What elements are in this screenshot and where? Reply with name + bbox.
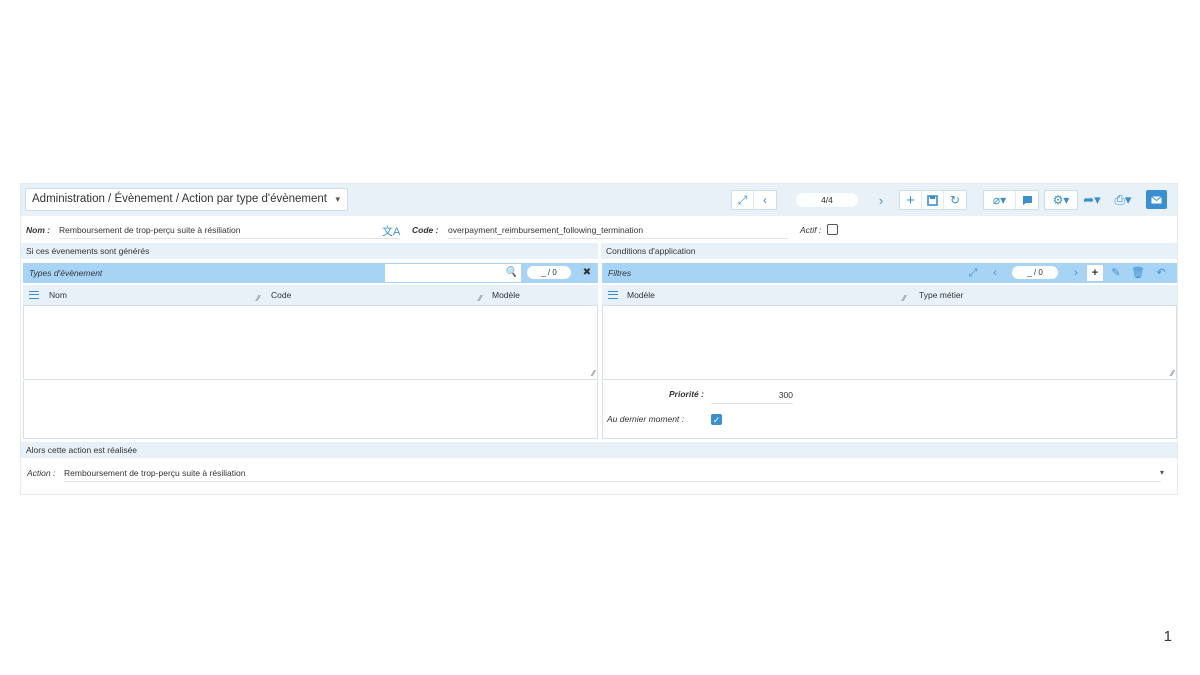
right-options-area: Priorité : 300 Au dernier moment : ✓ — [602, 381, 1177, 439]
breadcrumb-dropdown[interactable]: Administration / Évènement / Action par … — [25, 188, 348, 211]
expand-icon[interactable]: ⤢ — [732, 191, 754, 209]
left-empty-area — [23, 381, 598, 439]
code-field[interactable]: overpayment_reimbursement_following_term… — [448, 225, 788, 239]
record-pager[interactable]: 4/4 — [796, 193, 858, 207]
event-types-pager[interactable]: _ / 0 — [527, 266, 571, 279]
main-form: Administration / Évènement / Action par … — [20, 183, 1178, 495]
previous-record-button[interactable]: ‹ — [754, 191, 776, 209]
menu-icon[interactable] — [29, 291, 39, 299]
next-record-button[interactable]: › — [871, 190, 891, 210]
event-types-grid[interactable]: ⁄⁄ — [23, 305, 598, 380]
top-toolbar: Administration / Évènement / Action par … — [21, 184, 1177, 216]
save-icon[interactable] — [922, 191, 944, 209]
menu-icon[interactable] — [608, 291, 618, 299]
breadcrumb-text: Administration / Évènement / Action par … — [32, 193, 327, 205]
chevron-down-icon[interactable]: ▾ — [1160, 468, 1164, 477]
attachment-icon[interactable]: ⌀▾ — [984, 191, 1016, 209]
settings-group: ⚙▾ — [1044, 190, 1078, 210]
search-input[interactable] — [385, 264, 501, 282]
header-fields: Nom : Remboursement de trop-perçu suite … — [21, 218, 1177, 242]
action-section-title: Alors cette action est réalisée — [21, 442, 1177, 458]
expand-icon[interactable]: ⤢ — [965, 265, 981, 281]
edit-icon[interactable]: ✎ — [1108, 265, 1124, 281]
filters-columns: Modèle ⁄⁄ Type métier — [602, 285, 1177, 305]
translate-icon[interactable]: 文A — [382, 223, 400, 239]
next-icon[interactable]: › — [1068, 265, 1084, 281]
share-icon[interactable]: ➦▾ — [1079, 190, 1105, 210]
column-code[interactable]: Code — [271, 285, 291, 305]
actif-checkbox[interactable] — [827, 224, 838, 235]
search-icon[interactable]: 🔍 — [501, 264, 521, 282]
chevron-down-icon: ▾ — [335, 194, 340, 204]
event-types-columns: Nom ⁄⁄ Code ⁄⁄ Modèle — [23, 285, 598, 305]
priorite-field[interactable]: 300 — [711, 390, 793, 404]
right-section-title: Conditions d'application — [601, 243, 1177, 259]
left-section-title: Si ces évenements sont générés — [21, 243, 598, 259]
resize-handle-icon[interactable]: ⁄⁄ — [1171, 369, 1174, 378]
comment-icon[interactable] — [1016, 191, 1038, 209]
dernier-moment-checkbox[interactable]: ✓ — [711, 414, 722, 425]
priorite-label: Priorité : — [669, 389, 704, 399]
clear-icon[interactable]: ✖ — [579, 265, 595, 281]
nom-field[interactable]: Remboursement de trop-perçu suite à rési… — [59, 225, 399, 239]
previous-icon[interactable]: ‹ — [987, 265, 1003, 281]
filters-panel-header: Filtres ⤢ ‹ _ / 0 › + ✎ 🗑 ↶ — [602, 263, 1177, 283]
mail-icon[interactable] — [1146, 190, 1167, 209]
action-label: Action : — [27, 468, 56, 478]
filters-title: Filtres — [608, 268, 632, 278]
action-select[interactable]: Remboursement de trop-perçu suite à rési… — [64, 468, 1161, 482]
event-types-title: Types d'évènement — [29, 268, 103, 278]
column-modele[interactable]: Modèle — [627, 285, 655, 305]
refresh-icon[interactable]: ↻ — [944, 191, 966, 209]
delete-icon[interactable]: 🗑 — [1130, 265, 1146, 281]
gear-icon[interactable]: ⚙▾ — [1045, 191, 1077, 209]
page-number: 1 — [1163, 628, 1172, 645]
edit-group: + ↻ — [899, 190, 967, 210]
column-nom[interactable]: Nom — [49, 285, 67, 305]
nom-label: Nom : — [26, 225, 51, 235]
attach-group: ⌀▾ — [983, 190, 1039, 210]
undo-icon[interactable]: ↶ — [1153, 265, 1169, 281]
add-icon[interactable]: + — [900, 191, 922, 209]
filters-pager[interactable]: _ / 0 — [1012, 266, 1058, 279]
column-modele[interactable]: Modèle — [492, 285, 520, 305]
column-type-metier[interactable]: Type métier — [919, 285, 963, 305]
actif-label: Actif : — [800, 225, 822, 235]
resize-handle-icon[interactable]: ⁄⁄ — [592, 369, 595, 378]
nav-group: ⤢ ‹ — [731, 190, 777, 210]
print-icon[interactable]: ⎙▾ — [1110, 190, 1136, 210]
event-types-panel-header: Types d'évènement 🔍 _ / 0 ✖ — [23, 263, 598, 283]
dernier-moment-label: Au dernier moment : — [607, 414, 685, 424]
add-icon[interactable]: + — [1087, 265, 1103, 281]
filters-grid[interactable]: ⁄⁄ — [602, 305, 1177, 380]
code-label: Code : — [412, 225, 439, 235]
